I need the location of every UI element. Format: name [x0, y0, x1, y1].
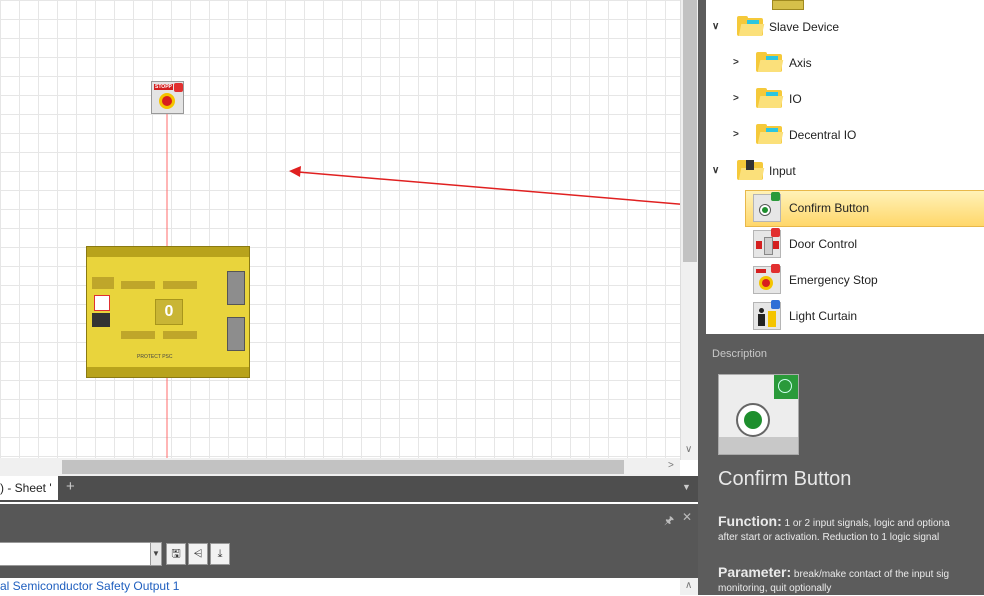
- plc-model-label: PROTECT PSC: [137, 354, 173, 360]
- folder-open-icon: [737, 160, 765, 180]
- function-label: Function:: [718, 514, 782, 529]
- plc-io-block-3: [121, 331, 155, 339]
- tree-item-slave-device[interactable]: Slave Device: [769, 9, 839, 45]
- chevron-right-icon[interactable]: >: [733, 93, 739, 104]
- folder-icon: [756, 52, 784, 72]
- sheet-tab-bar: [0, 476, 698, 502]
- description-label: Description: [712, 348, 768, 360]
- emergency-stop-icon: [753, 264, 781, 294]
- parameter-label: Parameter:: [718, 565, 792, 580]
- stop-button-icon: [159, 93, 175, 109]
- plc-sd-slot: [92, 313, 110, 327]
- folder-icon: [756, 124, 784, 144]
- folder-icon: [756, 88, 784, 108]
- canvas-vertical-scroll-thumb[interactable]: [683, 0, 697, 262]
- tree-item-door-control[interactable]: Door Control: [789, 226, 857, 262]
- stopp-label: STOPP: [154, 84, 173, 90]
- diagram-canvas[interactable]: STOPP PROTECT PSC 0: [0, 0, 680, 460]
- tab-list-dropdown-icon[interactable]: ▼: [682, 482, 691, 492]
- tab-sheet[interactable]: ) - Sheet ': [0, 476, 58, 500]
- parameter-text-2: monitoring, quit optionally: [718, 583, 832, 594]
- plc-io-block-1: [121, 281, 155, 289]
- door-control-icon: [753, 228, 781, 258]
- folder-open-icon: [737, 16, 765, 36]
- plc-ethernet-port-1: [227, 271, 245, 305]
- plc-top-strip: [87, 247, 249, 257]
- download-icon[interactable]: ⤓: [210, 543, 230, 565]
- plc-terminal-block: [92, 277, 114, 289]
- connection-layer: [166, 114, 168, 460]
- tree-item-emergency-stop[interactable]: Emergency Stop: [789, 262, 878, 298]
- canvas-horizontal-scroll-thumb[interactable]: [62, 460, 624, 474]
- description-function: Function: 1 or 2 input signals, logic an…: [718, 514, 984, 531]
- output-source-select[interactable]: [0, 542, 151, 566]
- function-text-2: after start or activation. Reduction to …: [718, 532, 940, 543]
- close-icon[interactable]: ✕: [682, 510, 692, 524]
- plc-display-value: 0: [155, 299, 183, 325]
- emergency-stop-device[interactable]: STOPP: [151, 81, 184, 114]
- light-curtain-icon: [753, 300, 781, 330]
- chevron-down-icon[interactable]: ▼: [150, 542, 162, 566]
- emergency-stop-badge: [174, 83, 183, 92]
- tree-item-decentral-io[interactable]: Decentral IO: [789, 117, 856, 153]
- confirm-button-icon: [753, 192, 781, 222]
- tree-item-light-curtain[interactable]: Light Curtain: [789, 298, 857, 334]
- tree-item-io[interactable]: IO: [789, 81, 802, 117]
- output-text: al Semiconductor Safety Output 1: [0, 578, 680, 595]
- chevron-right-icon[interactable]: >: [733, 129, 739, 140]
- chevron-down-icon[interactable]: ∨: [712, 21, 719, 32]
- plc-ethernet-port-2: [227, 317, 245, 351]
- scroll-right-icon[interactable]: >: [668, 460, 674, 471]
- description-title: Confirm Button: [718, 468, 852, 490]
- tree-item-axis[interactable]: Axis: [789, 45, 812, 81]
- function-text-1: 1 or 2 input signals, logic and optiona: [781, 518, 950, 529]
- plc-io-block-4: [163, 331, 197, 339]
- plc-io-block-2: [163, 281, 197, 289]
- confirm-button-preview-icon: [718, 374, 799, 455]
- chevron-right-icon[interactable]: >: [733, 57, 739, 68]
- output-scrollbar[interactable]: ∧: [680, 578, 698, 595]
- description-parameter: Parameter: break/make contact of the inp…: [718, 565, 984, 582]
- clear-icon[interactable]: ⩤: [188, 543, 208, 565]
- plc-segment-display: [94, 295, 110, 311]
- parameter-text-1: break/make contact of the input sig: [791, 569, 950, 580]
- pin-icon[interactable]: 🖈: [664, 512, 674, 531]
- scroll-down-icon[interactable]: ∨: [685, 444, 692, 455]
- add-tab-button[interactable]: +: [66, 478, 75, 495]
- save-icon[interactable]: 🖫: [166, 543, 186, 565]
- chevron-down-icon[interactable]: ∨: [712, 165, 719, 176]
- tree-item-confirm-button[interactable]: Confirm Button: [789, 190, 869, 226]
- tree-item-input[interactable]: Input: [769, 153, 796, 189]
- plc-bottom-strip: [87, 367, 249, 377]
